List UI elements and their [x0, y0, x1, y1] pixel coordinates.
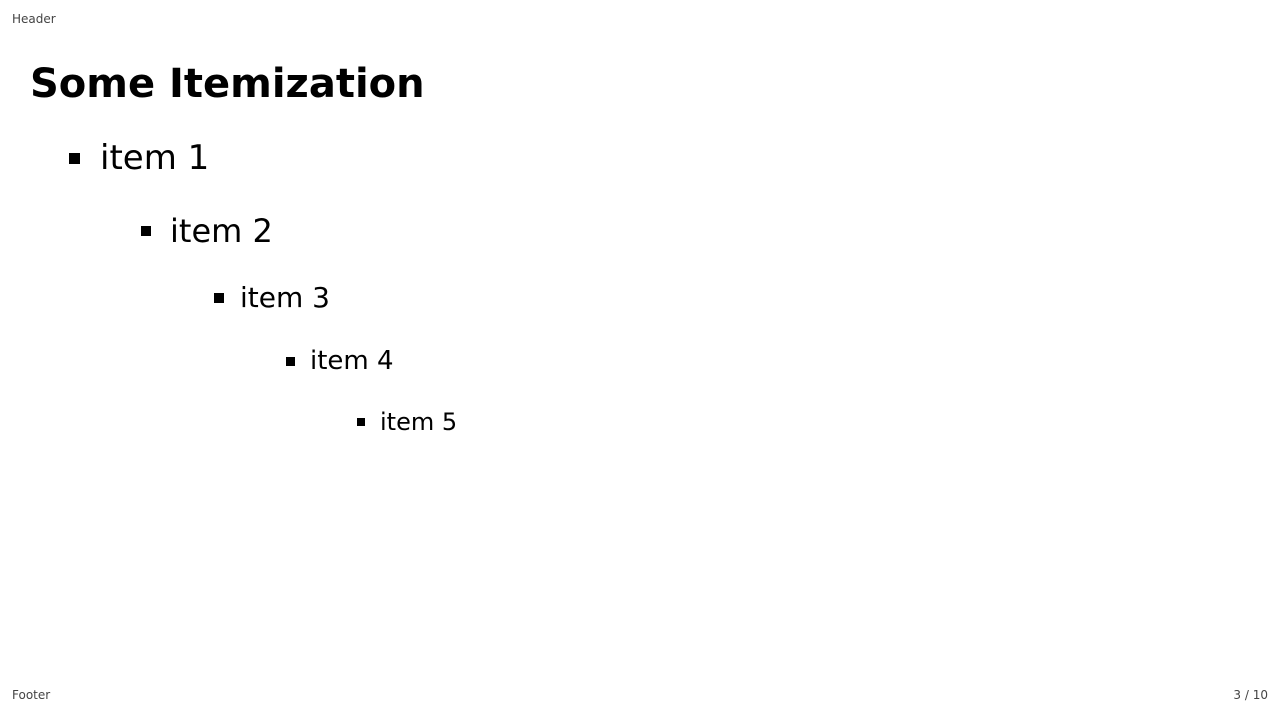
slide-footer: Footer	[12, 688, 51, 702]
slide: Header Some Itemization item 1 item 2 it…	[0, 0, 1280, 720]
square-bullet-icon	[357, 418, 365, 426]
bullet-item-label: item 3	[240, 281, 330, 314]
square-bullet-icon	[286, 356, 295, 366]
bullet-item-2: item 2	[141, 212, 273, 250]
bullet-item-5: item 5	[357, 407, 457, 437]
bullet-item-1: item 1	[69, 138, 209, 178]
slide-title: Some Itemization	[30, 61, 425, 107]
bullet-item-label: item 5	[380, 408, 458, 436]
square-bullet-icon	[214, 293, 224, 303]
bullet-item-4: item 4	[286, 345, 394, 377]
bullet-item-label: item 2	[170, 212, 273, 250]
square-bullet-icon	[69, 152, 80, 164]
bullet-item-3: item 3	[214, 281, 330, 315]
slide-header: Header	[12, 12, 56, 26]
bullet-item-label: item 1	[100, 138, 210, 178]
square-bullet-icon	[141, 226, 151, 236]
bullet-item-label: item 4	[310, 346, 394, 376]
page-number: 3 / 10	[1233, 688, 1268, 702]
